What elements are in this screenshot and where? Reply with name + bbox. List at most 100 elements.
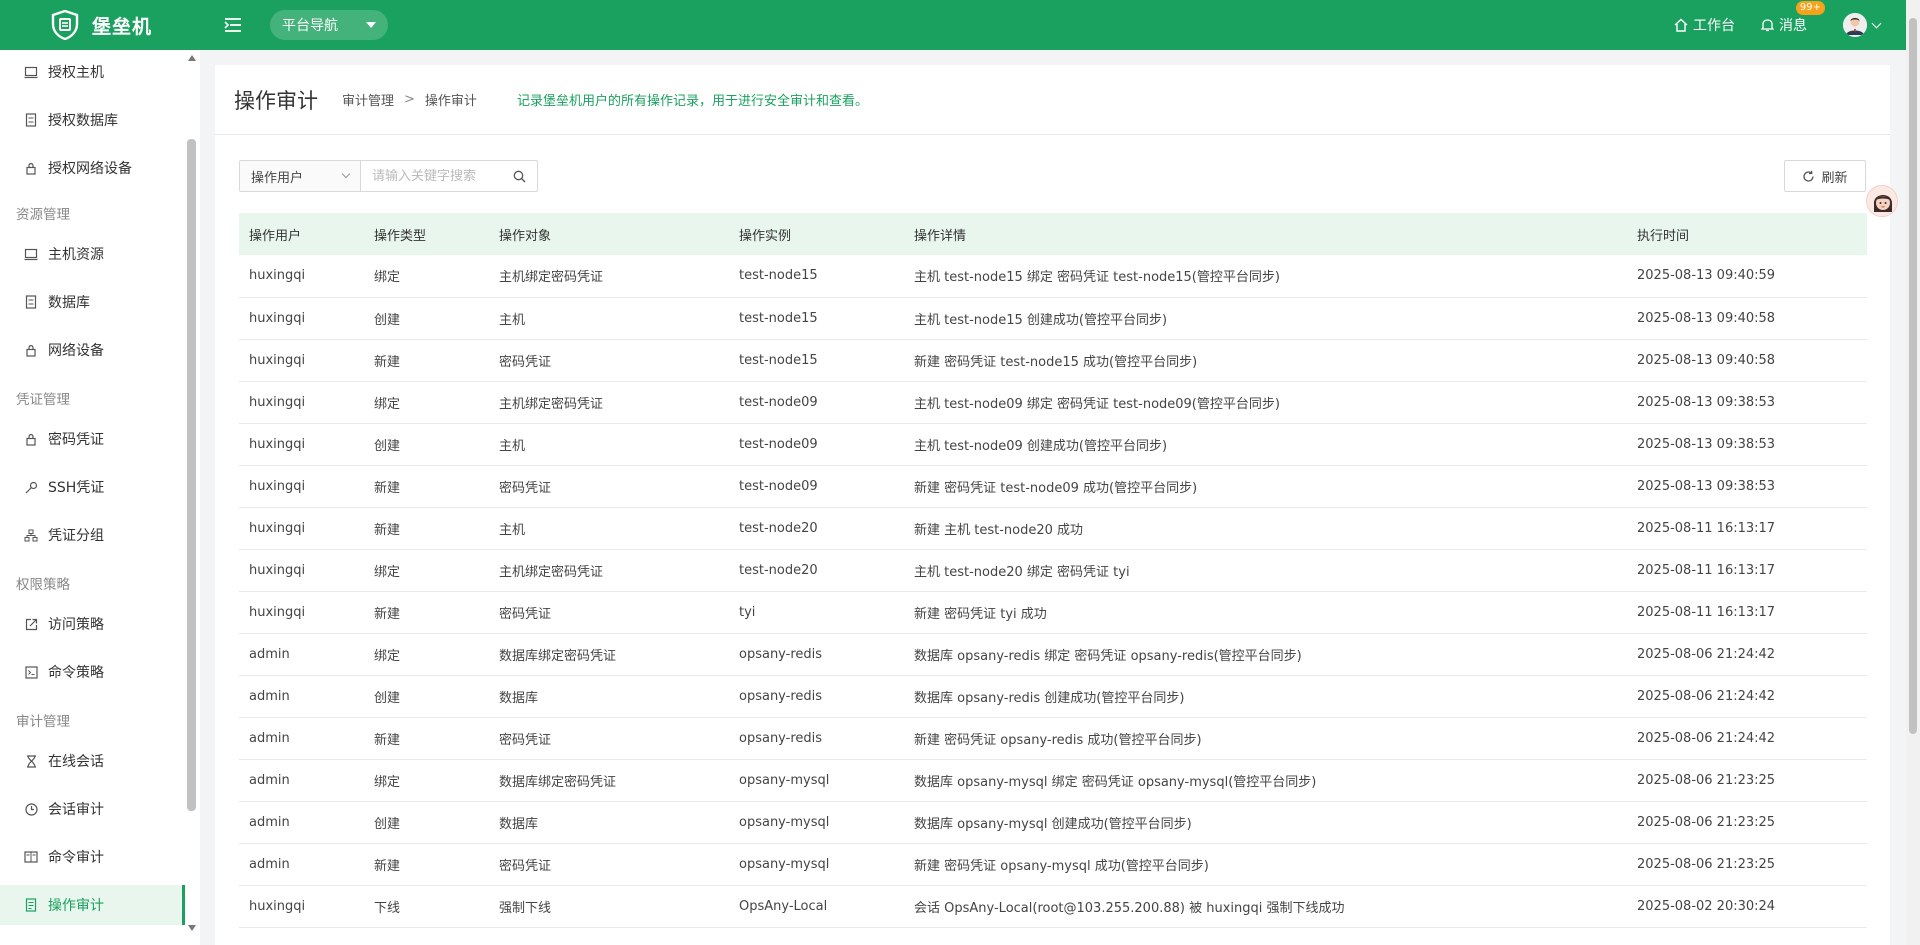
cell-instance: opsany-redis	[729, 717, 904, 760]
refresh-button[interactable]: 刷新	[1784, 160, 1866, 192]
sidebar-group-resources: 资源管理	[16, 207, 70, 223]
breadcrumb: 审计管理 > 操作审计	[342, 90, 477, 109]
sidebar-item-host-resources[interactable]: 主机资源	[0, 234, 185, 274]
cell-detail: 数据库 opsany-redis 绑定 密码凭证 opsany-redis(管控…	[904, 633, 1627, 676]
cell-time: 2025-08-11 16:13:17	[1627, 507, 1867, 550]
sidebar-item-password-credentials[interactable]: 密码凭证	[0, 419, 185, 459]
sidebar-item-label: 会话审计	[48, 802, 104, 818]
scroll-down-arrow-icon[interactable]	[188, 925, 196, 931]
sidebar-item-access-policies[interactable]: 访问策略	[0, 604, 185, 644]
cell-type: 下线	[364, 885, 489, 928]
scrollbar-thumb[interactable]	[187, 139, 196, 811]
cell-instance: test-node09	[729, 381, 904, 424]
messages-link[interactable]: 消息 99+	[1761, 1, 1825, 35]
cell-time: 2025-08-06 21:24:42	[1627, 675, 1867, 718]
database-icon	[24, 295, 38, 309]
cell-object: 密码凭证	[489, 717, 729, 760]
search-input[interactable]	[372, 168, 512, 184]
table-row[interactable]: huxingqi 新建 密码凭证 tyi 新建 密码凭证 tyi 成功 2025-08-1…	[239, 591, 1867, 634]
cell-object: 强制下线	[489, 885, 729, 928]
lock-icon	[24, 343, 38, 357]
table-row[interactable]: huxingqi 绑定 主机绑定密码凭证 test-node20 主机 test-nod…	[239, 549, 1867, 592]
table-row[interactable]: huxingqi 新建 密码凭证 test-node15 新建 密码凭证 test-no…	[239, 339, 1867, 382]
sidebar-item-label: 授权数据库	[48, 113, 118, 129]
cell-detail: 新建 密码凭证 opsany-redis 成功(管控平台同步)	[904, 717, 1627, 760]
page-scrollbar[interactable]	[1906, 0, 1920, 945]
cell-object: 密码凭证	[489, 465, 729, 508]
breadcrumb-item[interactable]: 审计管理	[342, 90, 394, 109]
cell-detail: 数据库 opsany-mysql 创建成功(管控平台同步)	[904, 801, 1627, 844]
external-link-icon	[24, 617, 38, 631]
sidebar-item-authorized-databases[interactable]: 授权数据库	[0, 100, 185, 140]
sidebar-item-ssh-credentials[interactable]: SSH凭证	[0, 467, 185, 507]
sidebar-item-credential-groups[interactable]: 凭证分组	[0, 515, 185, 555]
terminal-icon	[24, 665, 38, 679]
cell-time: 2025-08-06 21:24:42	[1627, 717, 1867, 760]
table-row[interactable]: admin 创建 数据库 opsany-mysql 数据库 opsany-mysql 创…	[239, 801, 1867, 844]
cell-time: 2025-08-13 09:38:53	[1627, 381, 1867, 424]
cell-object: 密码凭证	[489, 591, 729, 634]
sidebar-item-command-policies[interactable]: 命令策略	[0, 652, 185, 692]
sidebar-item-authorized-hosts[interactable]: 授权主机	[0, 52, 185, 92]
sidebar-item-label: 主机资源	[48, 247, 104, 263]
table-row[interactable]: admin 创建 数据库 opsany-redis 数据库 opsany-redis 创…	[239, 675, 1867, 718]
cell-detail: 会话 OpsAny-Local(root@103.255.200.88) 被 h…	[904, 885, 1627, 928]
table-row[interactable]: huxingqi 创建 主机 test-node09 主机 test-node09 创建…	[239, 423, 1867, 466]
cell-user: huxingqi	[239, 423, 364, 466]
cell-detail: 新建 密码凭证 test-node09 成功(管控平台同步)	[904, 465, 1627, 508]
cell-user: admin	[239, 801, 364, 844]
sidebar-item-online-sessions[interactable]: 在线会话	[0, 741, 185, 781]
cell-type: 创建	[364, 801, 489, 844]
table-row[interactable]: huxingqi 绑定 主机绑定密码凭证 test-node09 主机 test-nod…	[239, 381, 1867, 424]
table-row[interactable]: admin 新建 密码凭证 opsany-redis 新建 密码凭证 opsany-re…	[239, 717, 1867, 760]
cell-detail: 主机 test-node15 绑定 密码凭证 test-node15(管控平台同…	[904, 255, 1627, 298]
search-field-select[interactable]: 操作用户	[239, 160, 360, 192]
sidebar-item-network-devices[interactable]: 网络设备	[0, 330, 185, 370]
sidebar-item-authorized-network-devices[interactable]: 授权网络设备	[0, 148, 185, 188]
top-bar: 堡垒机 平台导航 工作台 消息 99+	[0, 0, 1920, 50]
scrollbar-thumb[interactable]	[1909, 18, 1917, 734]
table-row[interactable]: huxingqi 创建 主机 test-node15 主机 test-node15 创建…	[239, 297, 1867, 340]
platform-nav-label: 平台导航	[282, 18, 338, 34]
brand[interactable]: 堡垒机	[0, 0, 200, 50]
sidebar-item-databases[interactable]: 数据库	[0, 282, 185, 322]
sidebar-item-session-audit[interactable]: 会话审计	[0, 789, 185, 829]
cell-time: 2025-08-02 20:30:24	[1627, 885, 1867, 928]
cell-object: 密码凭证	[489, 843, 729, 886]
cell-object: 主机	[489, 297, 729, 340]
table-row[interactable]: huxingqi 新建 密码凭证 test-node09 新建 密码凭证 test-no…	[239, 465, 1867, 508]
workbench-link[interactable]: 工作台	[1674, 15, 1735, 35]
sidebar-scrollbar[interactable]	[187, 53, 196, 933]
assistant-avatar[interactable]	[1866, 185, 1898, 217]
table-row[interactable]: admin 绑定 数据库绑定密码凭证 opsany-redis 数据库 opsany-r…	[239, 633, 1867, 676]
sidebar-item-label: 密码凭证	[48, 432, 104, 448]
user-menu[interactable]	[1843, 13, 1882, 37]
cell-detail: 新建 密码凭证 tyi 成功	[904, 591, 1627, 634]
cell-detail: 数据库 opsany-mysql 绑定 密码凭证 opsany-mysql(管控…	[904, 759, 1627, 802]
sidebar-item-command-audit[interactable]: 命令审计	[0, 837, 185, 877]
cell-type: 新建	[364, 465, 489, 508]
sidebar-item-operation-audit[interactable]: 操作审计	[0, 885, 185, 925]
home-icon	[1674, 18, 1688, 32]
cell-instance: test-node20	[729, 549, 904, 592]
table-row[interactable]: huxingqi 下线 强制下线 OpsAny-Local 会话 OpsAny-Loca…	[239, 885, 1867, 928]
table-row[interactable]: huxingqi 新建 主机 test-node20 新建 主机 test-node20…	[239, 507, 1867, 550]
cell-type: 新建	[364, 339, 489, 382]
audit-table: 操作用户 操作类型 操作对象 操作实例 操作详情 执行时间 huxingqi 绑定…	[239, 213, 1867, 928]
cell-detail: 主机 test-node15 创建成功(管控平台同步)	[904, 297, 1627, 340]
platform-nav-dropdown[interactable]: 平台导航	[270, 10, 388, 40]
table-row[interactable]: admin 新建 密码凭证 opsany-mysql 新建 密码凭证 opsany-my…	[239, 843, 1867, 886]
scroll-up-arrow-icon[interactable]	[188, 55, 196, 61]
cell-time: 2025-08-06 21:23:25	[1627, 843, 1867, 886]
cell-type: 绑定	[364, 255, 489, 298]
column-header-detail: 操作详情	[914, 228, 967, 244]
cell-instance: opsany-redis	[729, 675, 904, 718]
table-row[interactable]: admin 绑定 数据库绑定密码凭证 opsany-mysql 数据库 opsany-m…	[239, 759, 1867, 802]
table-row[interactable]: huxingqi 绑定 主机绑定密码凭证 test-node15 主机 test-nod…	[239, 255, 1867, 298]
menu-collapse-icon[interactable]	[222, 14, 244, 36]
cell-instance: opsany-mysql	[729, 843, 904, 886]
cell-instance: tyi	[729, 591, 904, 634]
search-icon[interactable]	[513, 170, 526, 183]
message-count-badge: 99+	[1795, 1, 1825, 15]
cell-instance: test-node15	[729, 255, 904, 298]
